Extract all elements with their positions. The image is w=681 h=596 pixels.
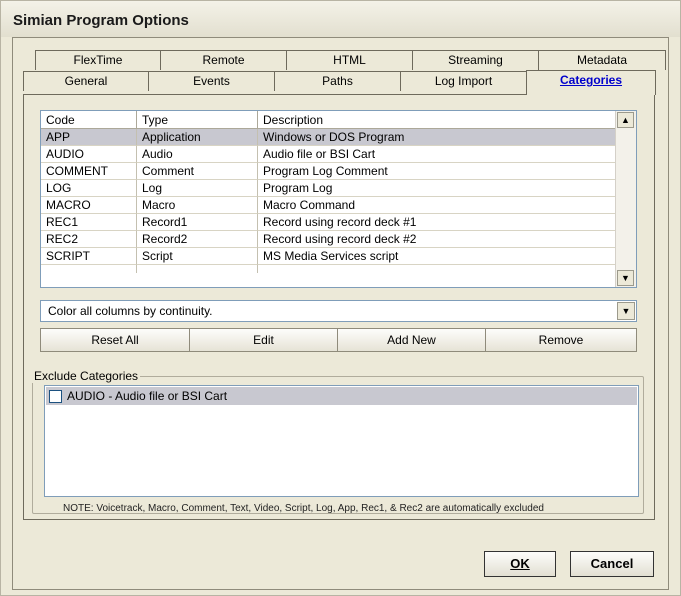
tab-label: Categories [559,73,623,87]
table-cell: Program Log [258,180,616,197]
tab-label: Paths [322,74,353,88]
cancel-button[interactable]: Cancel [570,551,654,577]
table-row[interactable]: AUDIO Audio Audio file or BSI Cart [41,146,616,163]
exclude-note: NOTE: Voicetrack, Macro, Comment, Text, … [63,503,544,514]
color-mode-select[interactable]: Color all columns by continuity. ▼ [40,300,637,322]
table-row[interactable]: LOG Log Program Log [41,180,616,197]
exclude-item[interactable]: AUDIO - Audio file or BSI Cart [46,387,637,405]
table-row[interactable]: MACRO Macro Macro Command [41,197,616,214]
table-cell: Audio file or BSI Cart [258,146,616,163]
tab-paths[interactable]: Paths [274,71,401,91]
tab-log-import[interactable]: Log Import [400,71,527,91]
column-header-description[interactable]: Description [258,111,616,129]
ok-label: OK [510,556,530,571]
tab-label: Metadata [576,53,628,67]
table-cell: Macro [137,197,258,214]
column-header-code[interactable]: Code [41,111,137,129]
category-actions: Reset All Edit Add New Remove [40,328,637,352]
table-row[interactable]: REC2 Record2 Record using record deck #2 [41,231,616,248]
tab-categories[interactable]: Categories [526,70,656,95]
tab-label: Events [193,74,230,88]
tab-label: FlexTime [73,53,123,67]
edit-button[interactable]: Edit [189,328,338,352]
table-cell: REC2 [41,231,137,248]
table-cell: LOG [41,180,137,197]
table-cell: Record1 [137,214,258,231]
cancel-label: Cancel [590,556,634,571]
table-cell: Program Log Comment [258,163,616,180]
table-cell: APP [41,129,137,146]
table-cell: Application [137,129,258,146]
exclude-checkbox[interactable] [49,390,62,403]
group-legend: Exclude Categories [32,369,141,383]
column-header-type[interactable]: Type [137,111,258,129]
table-cell: SCRIPT [41,248,137,265]
tab-html[interactable]: HTML [286,50,413,70]
table-header: Code Type Description [41,111,616,129]
table-cell: Record using record deck #2 [258,231,616,248]
table-scrollbar[interactable]: ▲ ▼ [615,111,636,287]
tab-label: Log Import [434,74,493,88]
table-row-partial [41,265,616,273]
table-cell: AUDIO [41,146,137,163]
up-arrow-icon[interactable]: ▲ [617,112,634,128]
table-row[interactable]: SCRIPT Script MS Media Services script [41,248,616,265]
window-title: Simian Program Options [13,12,189,29]
exclude-list[interactable]: AUDIO - Audio file or BSI Cart [44,385,639,497]
tab-flextime[interactable]: FlexTime [35,50,161,70]
table-cell: MS Media Services script [258,248,616,265]
down-arrow-icon[interactable]: ▼ [617,270,634,286]
tab-label: HTML [333,53,366,67]
table-cell: Comment [137,163,258,180]
table-cell: Macro Command [258,197,616,214]
table-row[interactable]: APP Application Windows or DOS Program [41,129,616,146]
table-cell: MACRO [41,197,137,214]
tab-metadata[interactable]: Metadata [538,50,666,70]
table-row[interactable]: REC1 Record1 Record using record deck #1 [41,214,616,231]
table-cell: Audio [137,146,258,163]
table-cell: COMMENT [41,163,137,180]
table-cell: Record using record deck #1 [258,214,616,231]
tab-streaming[interactable]: Streaming [412,50,539,70]
table-cell: Log [137,180,258,197]
chevron-down-icon[interactable]: ▼ [617,302,635,320]
tab-events[interactable]: Events [148,71,275,91]
tab-label: Remote [202,53,245,67]
title-bar[interactable]: Simian Program Options [1,1,680,37]
add-new-button[interactable]: Add New [337,328,486,352]
table-cell: Windows or DOS Program [258,129,616,146]
table-cell: REC1 [41,214,137,231]
reset-all-button[interactable]: Reset All [40,328,190,352]
table-cell: Record2 [137,231,258,248]
tab-general[interactable]: General [23,71,149,91]
categories-table[interactable]: Code Type Description APP Application Wind… [40,110,637,288]
table-row[interactable]: COMMENT Comment Program Log Comment [41,163,616,180]
tab-label: Streaming [448,53,503,67]
table-cell: Script [137,248,258,265]
tab-label: General [64,74,108,88]
ok-button[interactable]: OK [484,551,556,577]
remove-button[interactable]: Remove [485,328,637,352]
color-mode-value: Color all columns by continuity. [48,304,213,318]
tab-remote[interactable]: Remote [160,50,287,70]
exclude-item-label: AUDIO - Audio file or BSI Cart [67,389,228,403]
